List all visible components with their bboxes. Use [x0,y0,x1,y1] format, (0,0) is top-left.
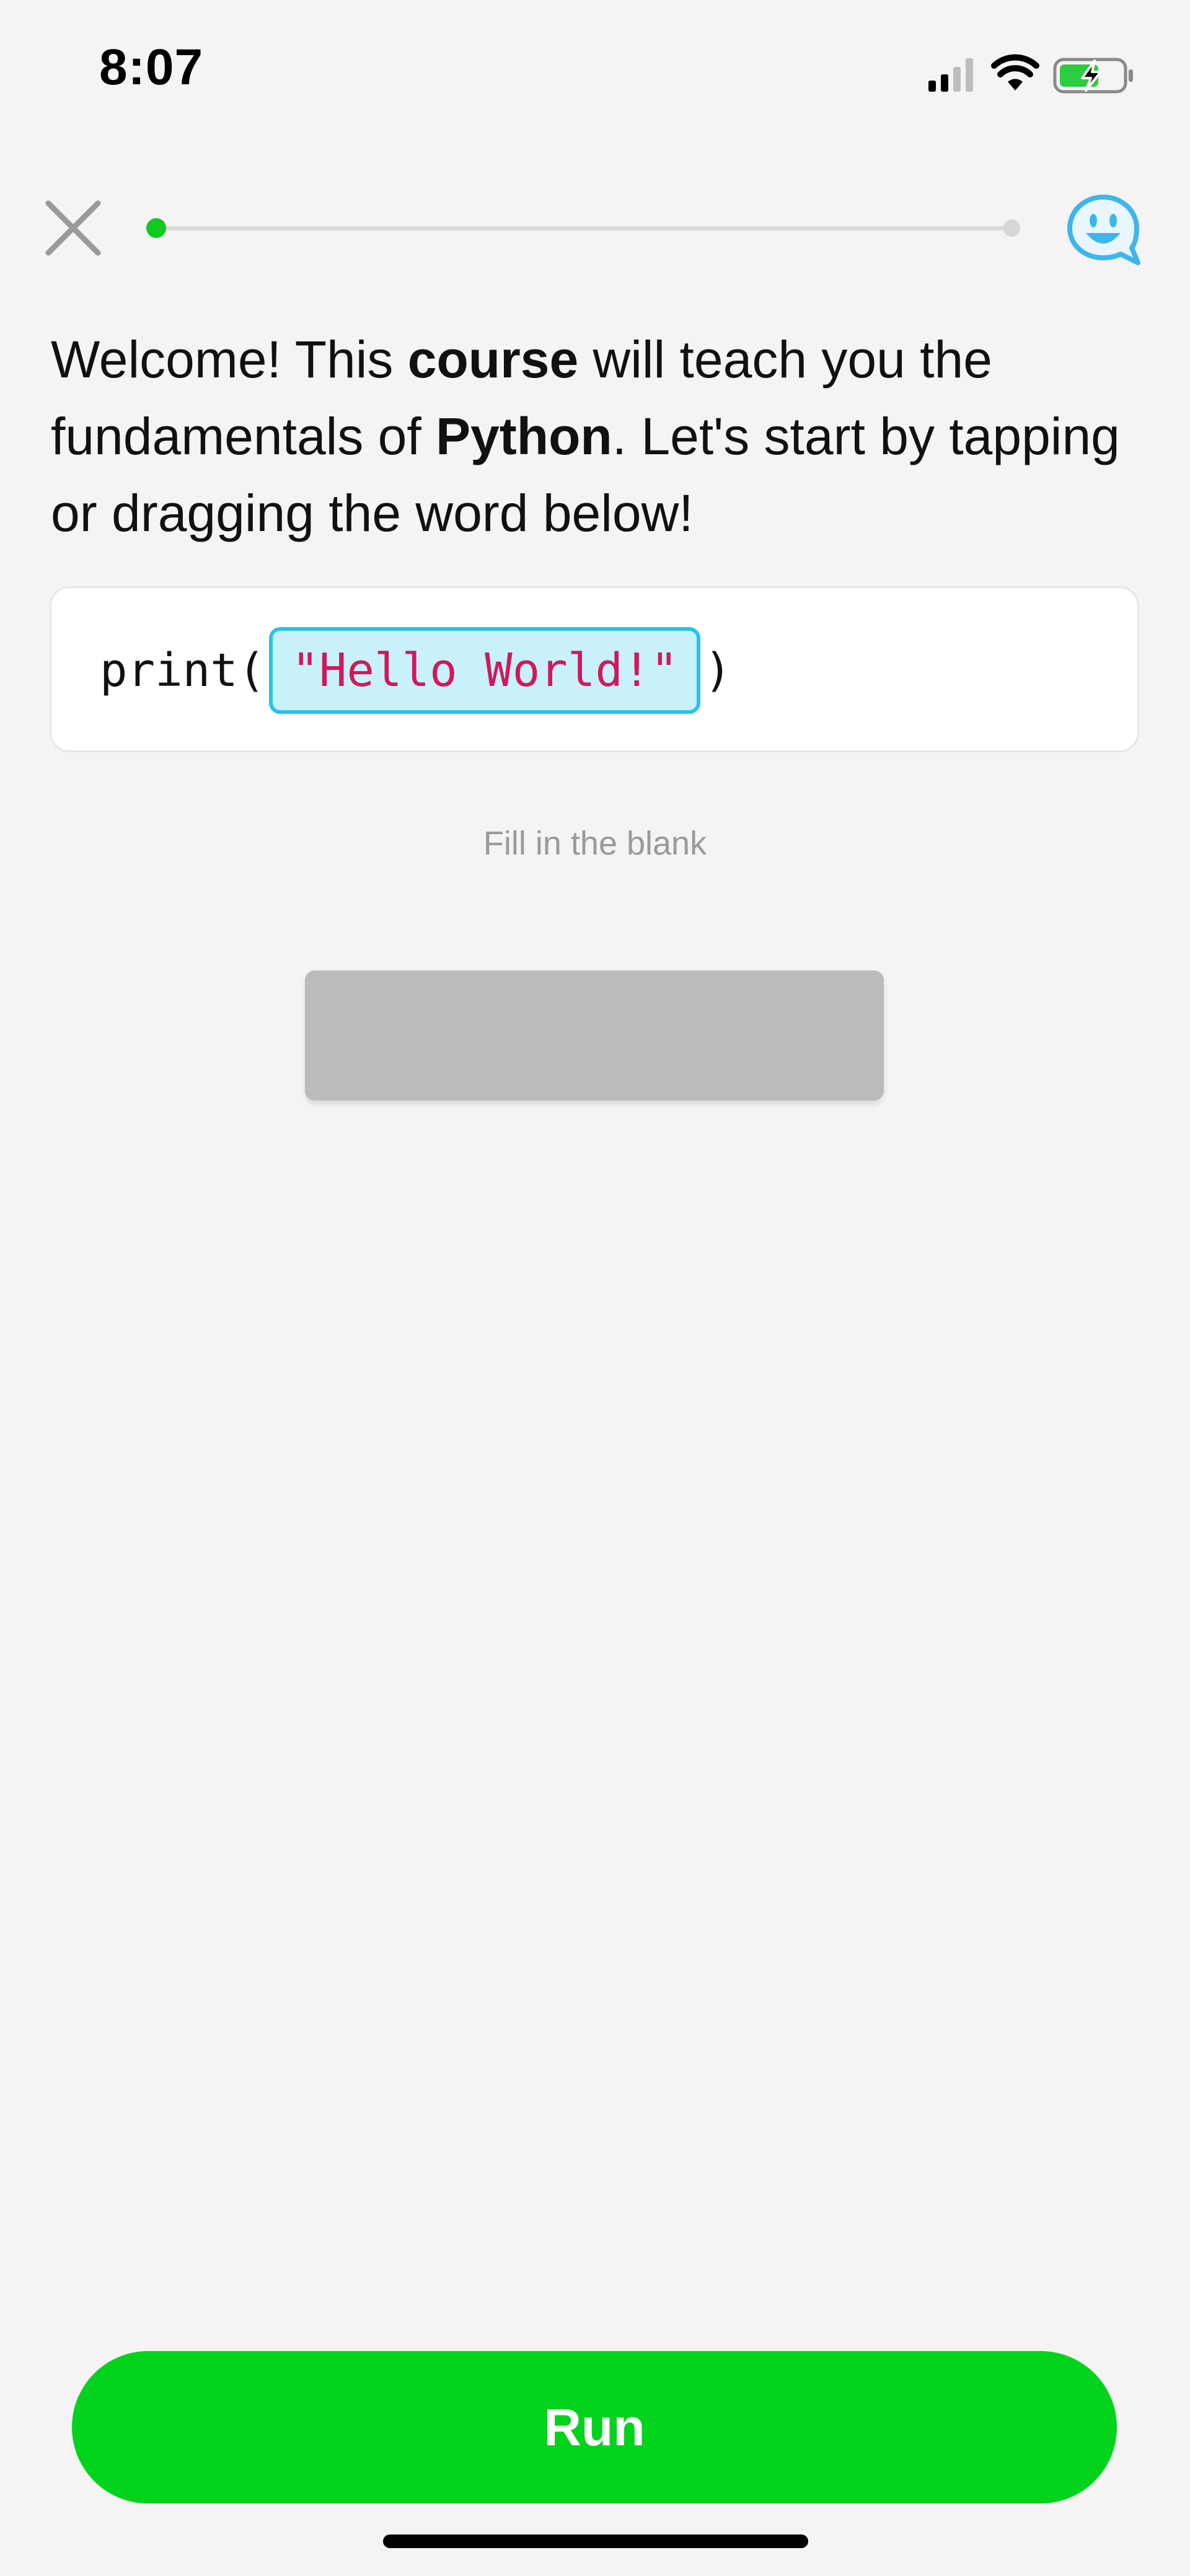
run-button[interactable]: Run [72,2351,1117,2503]
answer-slot[interactable] [305,970,884,1101]
lesson-instruction: Welcome! This course will teach you the … [51,321,1142,552]
close-icon [45,200,101,256]
code-line: print("Hello World!") [100,624,732,717]
cellular-signal-icon [928,58,973,92]
feedback-button[interactable] [1065,192,1142,269]
progress-current-dot [146,218,166,238]
progress-end-dot [1003,219,1020,237]
hint-text: Fill in the blank [483,825,707,862]
status-time: 8:07 [99,39,204,95]
status-bar: 8:07 [0,0,1190,149]
lesson-progress-bar [146,217,1020,239]
battery-charging-icon [1053,58,1133,94]
chat-smiley-icon [1067,195,1140,265]
wifi-icon [991,54,1039,90]
instruction-text-1: Welcome! This [51,330,408,389]
instruction-bold-course: course [407,330,579,389]
code-suffix: ) [704,644,732,697]
home-indicator [383,2534,808,2548]
close-button[interactable] [42,197,104,259]
progress-track [154,226,1013,231]
code-token-hello-world[interactable]: "Hello World!" [269,627,701,714]
code-card: print("Hello World!") [50,586,1139,752]
instruction-bold-python: Python [436,407,612,465]
status-icons [928,54,1133,94]
code-prefix: print( [100,644,266,697]
